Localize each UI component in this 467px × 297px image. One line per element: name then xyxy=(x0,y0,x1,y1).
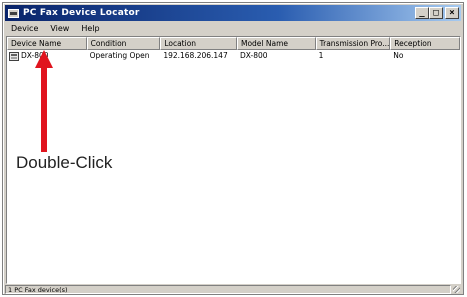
column-header-model-name[interactable]: Model Name xyxy=(236,37,316,50)
title-bar[interactable]: PC Fax Device Locator _ □ × xyxy=(5,5,461,21)
minimize-button[interactable]: _ xyxy=(415,7,429,19)
menu-view[interactable]: View xyxy=(44,24,75,33)
column-header-location[interactable]: Location xyxy=(160,37,237,50)
resize-grip-icon[interactable] xyxy=(451,285,461,294)
device-name-text: DX-800 xyxy=(21,51,49,60)
cell-model-name: DX-800 xyxy=(239,51,268,60)
cell-location: 192.168.206.147 xyxy=(163,51,228,60)
status-text: 1 PC Fax device(s) xyxy=(5,285,451,294)
column-header-device-name[interactable]: Device Name xyxy=(7,37,87,50)
menu-bar: Device View Help xyxy=(5,22,461,35)
menu-device[interactable]: Device xyxy=(5,24,44,33)
cell-reception: No xyxy=(393,51,404,60)
fax-device-icon xyxy=(9,51,19,61)
app-icon[interactable] xyxy=(8,8,19,18)
list-header: Device Name Condition Location Model Nam… xyxy=(7,37,460,50)
column-header-reception[interactable]: Reception xyxy=(390,37,460,50)
close-button[interactable]: × xyxy=(445,7,459,19)
menu-help[interactable]: Help xyxy=(75,24,105,33)
column-header-condition[interactable]: Condition xyxy=(86,37,161,50)
cell-device-name: DX-800 xyxy=(7,50,87,62)
window-title: PC Fax Device Locator xyxy=(23,8,140,18)
pc-fax-device-locator-window: PC Fax Device Locator _ □ × Device View … xyxy=(2,2,464,295)
double-click-annotation: Double-Click xyxy=(16,153,113,172)
table-row[interactable]: DX-800 Operating Open 192.168.206.147 DX… xyxy=(7,50,460,62)
maximize-button[interactable]: □ xyxy=(429,7,443,19)
status-bar: 1 PC Fax device(s) xyxy=(5,285,461,294)
cell-transmission: 1 xyxy=(318,51,324,60)
cell-condition: Operating Open xyxy=(89,51,150,60)
window-controls: _ □ × xyxy=(415,7,459,19)
column-header-transmission[interactable]: Transmission Pro... xyxy=(315,37,391,50)
